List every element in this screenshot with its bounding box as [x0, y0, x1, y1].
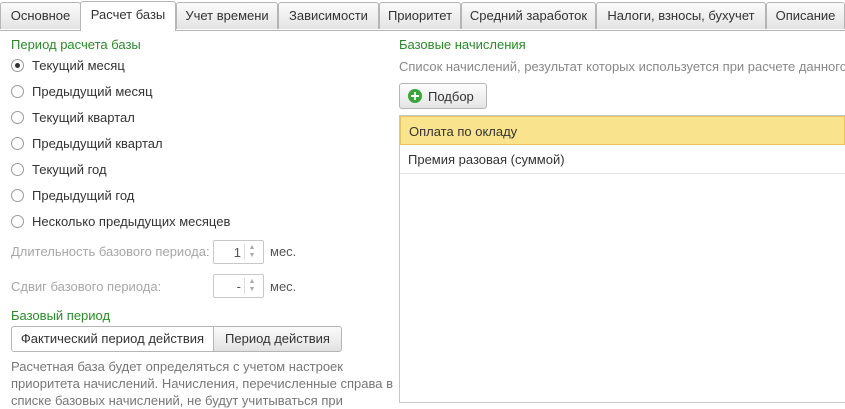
radio-icon[interactable] [11, 214, 24, 228]
tab-prioritet[interactable]: Приоритет [379, 2, 461, 29]
duration-stepper[interactable]: 1 ▲ ▼ [213, 240, 264, 264]
stepper-arrows-icon[interactable]: ▲ ▼ [244, 278, 259, 294]
base-period-description: Расчетная база будет определяться с учет… [11, 359, 393, 408]
shift-label: Сдвиг базового периода: [11, 279, 162, 294]
radio-icon[interactable] [11, 110, 24, 124]
radio-icon[interactable] [11, 58, 24, 72]
duration-label: Длительность базового периода: [11, 244, 210, 259]
tab-sredniy-zarabotok[interactable]: Средний заработок [461, 2, 596, 29]
list-item[interactable]: Премия разовая (суммой) [400, 145, 845, 174]
tab-nalogi[interactable]: Налоги, взносы, бухучет [596, 2, 766, 29]
radio-previous-quarter[interactable]: Предыдущий квартал [11, 134, 163, 152]
actual-period-button[interactable]: Фактический период действия [11, 326, 214, 352]
list-item[interactable]: Оплата по окладу [400, 116, 845, 145]
radio-several-months[interactable]: Несколько предыдущих месяцев [11, 212, 230, 230]
tab-uchet-vremeni[interactable]: Учет времени [176, 2, 278, 29]
tab-osnovnoe[interactable]: Основное [0, 2, 81, 29]
base-period-title: Базовый период [11, 308, 111, 323]
radio-current-year[interactable]: Текущий год [11, 160, 107, 178]
radio-previous-month[interactable]: Предыдущий месяц [11, 82, 153, 100]
accruals-title: Базовые начисления [399, 37, 526, 52]
accruals-list[interactable]: Оплата по окладу Премия разовая (суммой) [399, 115, 845, 403]
duration-unit: мес. [270, 244, 297, 259]
period-button[interactable]: Период действия [213, 326, 342, 352]
pick-button[interactable]: Подбор [399, 83, 487, 109]
duration-value: 1 [233, 245, 241, 260]
radio-label: Предыдущий год [32, 187, 135, 203]
radio-label: Несколько предыдущих месяцев [32, 213, 231, 229]
radio-label: Текущий год [32, 161, 107, 177]
shift-unit: мес. [270, 279, 297, 294]
shift-value: - [236, 279, 241, 294]
tab-opisanie[interactable]: Описание [766, 2, 845, 29]
tab-zavisimosti[interactable]: Зависимости [278, 2, 379, 29]
pick-button-label: Подбор [428, 88, 474, 104]
radio-icon[interactable] [11, 188, 24, 202]
radio-label: Текущий квартал [32, 109, 135, 125]
radio-icon[interactable] [11, 162, 24, 176]
accruals-hint: Список начислений, результат которых исп… [399, 59, 845, 74]
period-section-title: Период расчета базы [11, 37, 141, 52]
tab-strip: Основное Расчет базы Учет времени Зависи… [0, 0, 845, 31]
radio-label: Предыдущий месяц [32, 83, 153, 99]
shift-stepper[interactable]: - ▲ ▼ [213, 274, 264, 298]
radio-icon[interactable] [11, 136, 24, 150]
radio-current-quarter[interactable]: Текущий квартал [11, 108, 135, 126]
tab-raschet-bazy[interactable]: Расчет базы [80, 1, 176, 31]
stepper-arrows-icon[interactable]: ▲ ▼ [244, 244, 259, 260]
radio-previous-year[interactable]: Предыдущий год [11, 186, 134, 204]
radio-current-month[interactable]: Текущий месяц [11, 56, 125, 74]
radio-icon[interactable] [11, 84, 24, 98]
radio-label: Предыдущий квартал [32, 135, 163, 151]
add-icon [408, 89, 422, 103]
radio-label: Текущий месяц [32, 57, 125, 73]
